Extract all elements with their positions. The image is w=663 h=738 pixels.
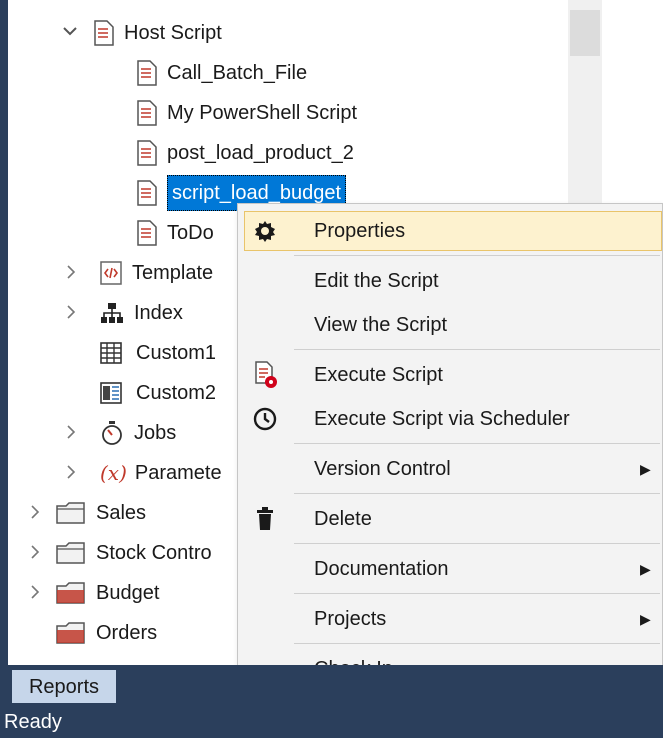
tree-node-budget[interactable]: Budget: [30, 576, 159, 610]
script-icon: [137, 140, 157, 166]
tree-node-script[interactable]: post_load_product_2: [137, 136, 354, 170]
tree-label-orders: Orders: [96, 622, 158, 644]
tree-label-sales: Sales: [96, 502, 147, 524]
menu-item-projects[interactable]: Projects ▶: [238, 599, 662, 639]
menu-item-label: Delete: [314, 507, 372, 530]
script-icon: [137, 180, 157, 206]
menu-item-label: Execute Script via Scheduler: [314, 407, 570, 430]
tree-node-templates[interactable]: Template: [66, 256, 213, 290]
submenu-arrow-icon: ▶: [640, 460, 651, 477]
menu-item-label: Documentation: [314, 557, 449, 580]
tree-label-script: ToDo: [167, 222, 214, 244]
menu-separator: [294, 543, 660, 544]
menu-item-documentation[interactable]: Documentation ▶: [238, 549, 662, 589]
menu-item-label: Edit the Script: [314, 269, 439, 292]
index-hierarchy-icon: [100, 301, 124, 325]
tree-label-script: Call_Batch_File: [167, 62, 308, 84]
menu-item-edit-script[interactable]: Edit the Script: [238, 261, 662, 301]
menu-item-label: Properties: [314, 219, 406, 242]
chevron-right-icon[interactable]: [66, 262, 82, 285]
chevron-right-icon[interactable]: [30, 502, 44, 525]
template-icon: [100, 261, 122, 285]
chevron-right-icon[interactable]: [66, 462, 82, 485]
tree-node-index[interactable]: Index: [66, 296, 183, 330]
window-left-edge: [0, 0, 8, 665]
script-icon: [137, 100, 157, 126]
tab-reports[interactable]: Reports: [12, 670, 116, 704]
tree-node-script[interactable]: Call_Batch_File: [137, 56, 307, 90]
tree-label-parameters: Paramete: [134, 462, 222, 484]
chevron-down-icon[interactable]: [62, 24, 82, 42]
tree-node-custom2[interactable]: Custom2: [100, 376, 216, 410]
tree-node-jobs[interactable]: Jobs: [66, 416, 176, 450]
script-icon: [137, 220, 157, 246]
script-folder-icon: [94, 20, 114, 46]
menu-item-view-script[interactable]: View the Script: [238, 305, 662, 345]
stopwatch-icon: [100, 420, 124, 446]
script-icon: [137, 60, 157, 86]
chevron-right-icon[interactable]: [66, 302, 82, 325]
tree-label-stock-control: Stock Contro: [96, 542, 212, 564]
tree-label-templates: Template: [132, 262, 214, 284]
trash-icon: [250, 504, 280, 534]
chevron-right-icon[interactable]: [30, 542, 44, 565]
menu-item-label: Projects: [314, 607, 387, 630]
tree-node-parameters[interactable]: (x) Paramete: [66, 456, 222, 490]
form-icon: [100, 382, 122, 404]
tree-label-host-script: Host Script: [124, 22, 222, 44]
menu-item-execute-script[interactable]: Execute Script: [238, 355, 662, 395]
menu-separator: [294, 593, 660, 594]
tree-label-custom1: Custom1: [136, 342, 217, 364]
execute-script-icon: [250, 360, 280, 390]
tree-label-index: Index: [134, 302, 183, 324]
menu-item-properties[interactable]: Properties: [244, 211, 662, 251]
menu-separator: [294, 643, 660, 644]
tree-label-script: My PowerShell Script: [167, 102, 358, 124]
tree-node-host-script[interactable]: Host Script: [62, 16, 222, 50]
folder-icon: [56, 542, 86, 564]
menu-separator: [294, 349, 660, 350]
context-menu: Properties Edit the Script View the Scri…: [237, 203, 663, 695]
tree-node-orders[interactable]: Orders: [56, 616, 157, 650]
menu-item-label: Version Control: [314, 457, 451, 480]
scrollbar-thumb[interactable]: [570, 10, 600, 56]
menu-item-label: View the Script: [314, 313, 448, 336]
tree-node-sales[interactable]: Sales: [30, 496, 146, 530]
menu-item-version-control[interactable]: Version Control ▶: [238, 449, 662, 489]
menu-separator: [294, 443, 660, 444]
tree-node-custom1[interactable]: Custom1: [100, 336, 216, 370]
tree-node-script[interactable]: ToDo: [137, 216, 214, 250]
tree-node-script[interactable]: My PowerShell Script: [137, 96, 357, 130]
parameter-icon: (x): [100, 461, 127, 485]
chevron-right-icon[interactable]: [66, 422, 82, 445]
clock-icon: [250, 404, 280, 434]
grid-icon: [100, 342, 122, 364]
project-folder-icon: [56, 582, 86, 604]
tree-label-custom2: Custom2: [136, 382, 217, 404]
submenu-arrow-icon: ▶: [640, 610, 651, 627]
menu-item-label: Execute Script: [314, 363, 443, 386]
menu-separator: [294, 255, 660, 256]
menu-item-delete[interactable]: Delete: [238, 499, 662, 539]
menu-item-execute-via-scheduler[interactable]: Execute Script via Scheduler: [238, 399, 662, 439]
status-bar: Ready: [0, 703, 663, 738]
project-folder-icon: [56, 622, 86, 644]
gear-icon: [250, 216, 280, 246]
tree-label-jobs: Jobs: [134, 422, 177, 444]
folder-icon: [56, 502, 86, 524]
tree-node-stock-control[interactable]: Stock Contro: [30, 536, 212, 570]
tree-label-budget: Budget: [96, 582, 160, 604]
chevron-right-icon[interactable]: [30, 582, 44, 605]
tree-label-script: post_load_product_2: [167, 142, 354, 164]
menu-separator: [294, 493, 660, 494]
submenu-arrow-icon: ▶: [640, 560, 651, 577]
